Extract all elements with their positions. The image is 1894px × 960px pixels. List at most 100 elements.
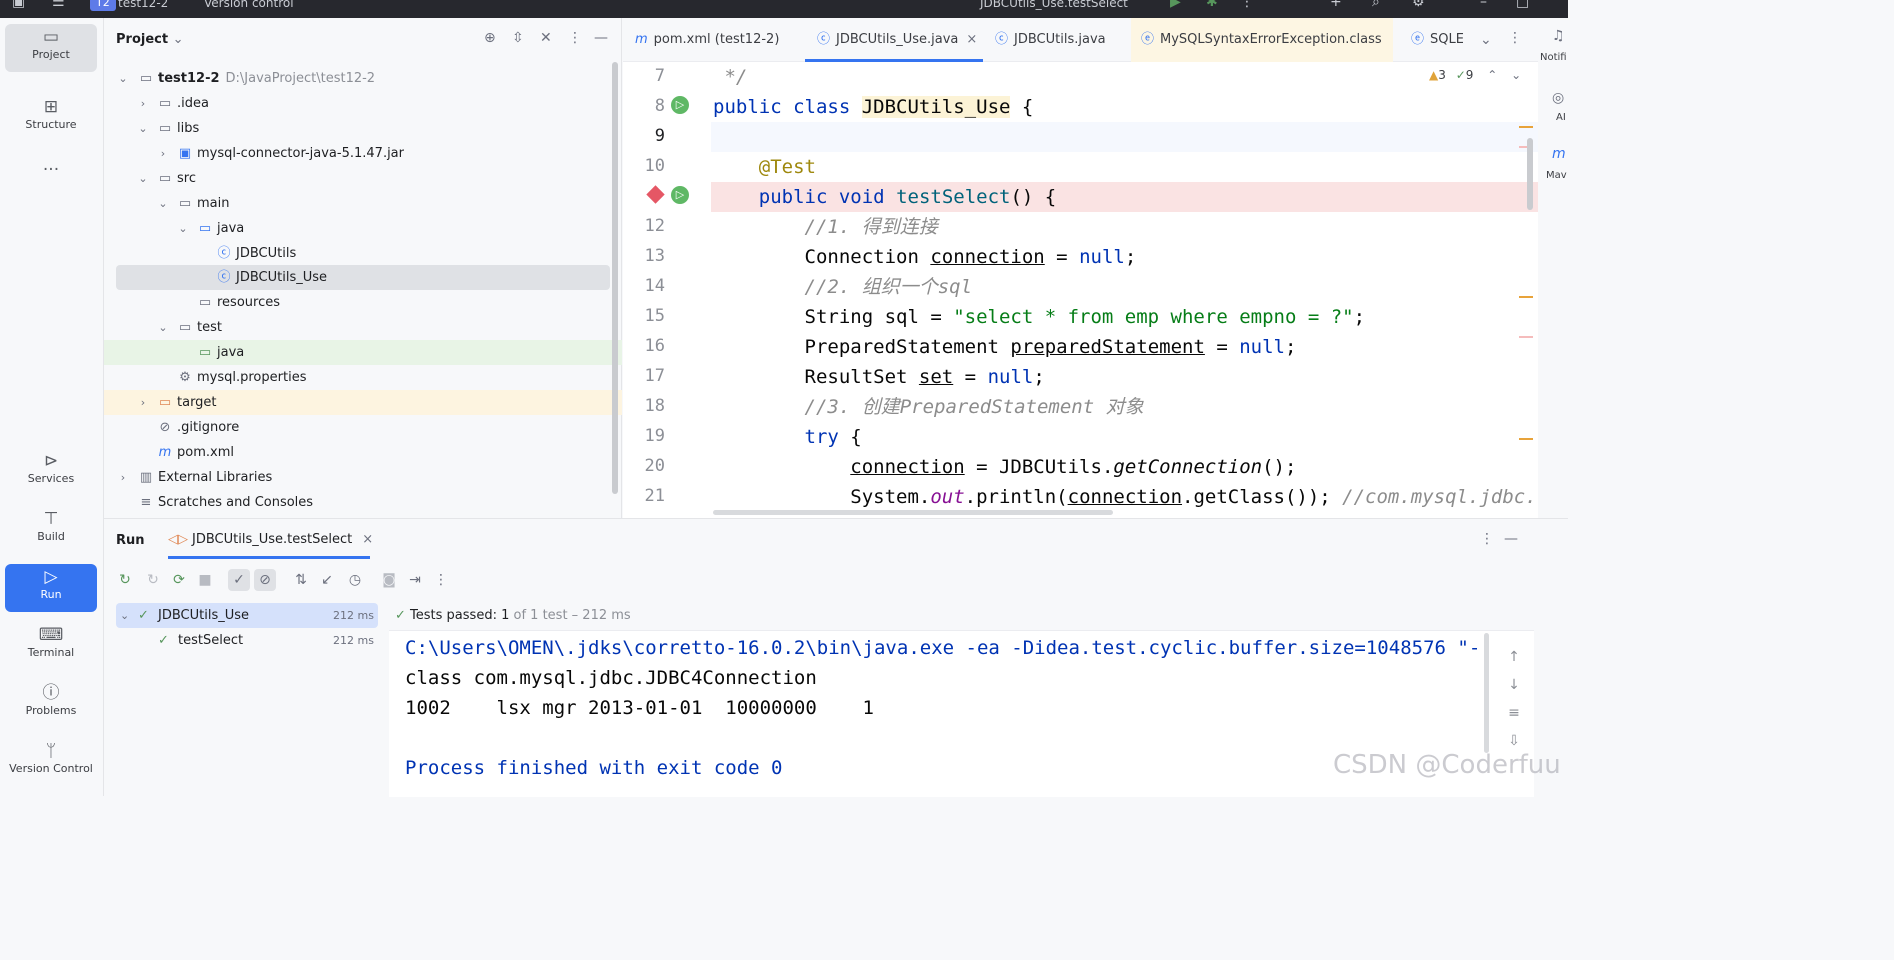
sort-icon[interactable]: ⇅: [290, 569, 312, 591]
locate-icon[interactable]: ⊕: [484, 30, 496, 46]
gear-icon[interactable]: ⚙: [1412, 0, 1425, 10]
collapse-all-icon[interactable]: ✕: [540, 30, 552, 46]
tree-item-test-java[interactable]: ▭ java: [104, 340, 622, 365]
maven-icon[interactable]: m: [1552, 146, 1566, 162]
tree-item-jdbcutils[interactable]: ⓒ JDBCUtils: [104, 241, 622, 266]
editor-horizontal-scrollbar[interactable]: [713, 510, 1113, 515]
tree-item-idea[interactable]: › ▭ .idea: [104, 91, 622, 116]
debug-icon[interactable]: ✱: [1206, 0, 1218, 10]
tree-item-mysql-properties[interactable]: ⚙ mysql.properties: [104, 365, 622, 390]
tab-run-config[interactable]: ◁▷ JDBCUtils_Use.testSelect ×: [168, 519, 373, 559]
minimize-icon[interactable]: –: [1480, 0, 1487, 10]
hide-icon[interactable]: —: [594, 30, 608, 46]
tree-item-pom[interactable]: m pom.xml: [104, 440, 622, 465]
tree-item-libs[interactable]: ⌄ ▭ libs: [104, 116, 622, 141]
bell-icon[interactable]: ♫: [1552, 28, 1565, 44]
chevron-down-icon[interactable]: ⌄: [1480, 32, 1492, 48]
project-badge[interactable]: T2: [90, 0, 116, 11]
close-icon[interactable]: ×: [362, 532, 373, 547]
tree-item-jdbcutils-use[interactable]: ⓒ JDBCUtils_Use: [116, 265, 610, 290]
camera-icon[interactable]: ◙: [378, 569, 400, 591]
run-icon[interactable]: ▶: [1170, 0, 1181, 10]
sidebar-item-terminal[interactable]: ⌨ Terminal: [5, 622, 97, 670]
project-scrollbar[interactable]: [612, 62, 618, 494]
chevron-right-icon[interactable]: ›: [156, 141, 170, 166]
project-name[interactable]: test12-2: [118, 0, 168, 10]
chevron-down-icon[interactable]: ⌄: [136, 116, 150, 141]
show-ignored-icon[interactable]: ⊘: [254, 569, 276, 591]
breakpoint-icon[interactable]: [646, 185, 665, 204]
console-scrollbar[interactable]: [1484, 633, 1489, 753]
tab-sqle[interactable]: ⓔ SQLE: [1411, 18, 1463, 62]
tree-item-gitignore[interactable]: ⊘ .gitignore: [104, 415, 622, 440]
history-icon[interactable]: ◷: [344, 569, 366, 591]
chevron-down-icon[interactable]: ⌄: [116, 66, 130, 91]
test-suite-row[interactable]: ⌄ ✓ JDBCUtils_Use 212 ms: [116, 603, 378, 628]
ai-icon[interactable]: ◎: [1552, 90, 1564, 106]
rerun-failed-icon[interactable]: ↻: [142, 569, 164, 591]
warning-marker[interactable]: [1519, 438, 1533, 440]
chevron-down-icon[interactable]: ⌄: [1511, 68, 1521, 82]
run-test-method-icon[interactable]: ▷: [671, 186, 689, 204]
tab-pom[interactable]: m pom.xml (test12-2): [635, 18, 779, 62]
more-icon[interactable]: ⋮: [430, 569, 452, 591]
chevron-down-icon[interactable]: ⌄: [156, 315, 170, 340]
project-panel-title[interactable]: Project ⌄: [116, 32, 184, 47]
sidebar-item-version-control[interactable]: ᛘ Version Control: [5, 738, 97, 786]
soft-wrap-icon[interactable]: ≡: [1504, 699, 1524, 727]
error-marker[interactable]: [1519, 336, 1533, 338]
chevron-down-icon[interactable]: ⌄: [136, 166, 150, 191]
sidebar-item-structure[interactable]: ⊞ Structure: [5, 94, 97, 142]
export-icon[interactable]: ⇥: [404, 569, 426, 591]
chevron-down-icon[interactable]: ⌄: [156, 191, 170, 216]
tree-item-jar[interactable]: › ▣ mysql-connector-java-5.1.47.jar: [104, 141, 622, 166]
version-control-menu[interactable]: Version control: [204, 0, 294, 10]
close-icon[interactable]: ×: [966, 32, 977, 47]
warning-marker[interactable]: [1519, 296, 1533, 298]
chevron-right-icon[interactable]: ›: [116, 465, 130, 490]
sidebar-item-services[interactable]: ⊳ Services: [5, 448, 97, 496]
tree-item-project-root[interactable]: ⌄ ▭ test12-2 D:\JavaProject\test12-2: [104, 66, 622, 91]
arrow-up-icon[interactable]: ↑: [1504, 643, 1524, 671]
add-user-icon[interactable]: +: [1330, 0, 1342, 10]
tree-item-main-java[interactable]: ⌄ ▭ java: [104, 216, 622, 241]
tree-item-target[interactable]: › ▭ target: [104, 390, 622, 415]
sidebar-item-problems[interactable]: ⓘ Problems: [5, 680, 97, 728]
editor-scrollbar[interactable]: [1527, 138, 1533, 210]
chevron-up-icon[interactable]: ⌃: [1487, 68, 1497, 82]
sidebar-item-more[interactable]: ...: [5, 152, 97, 178]
tree-item-external-libraries[interactable]: › ▥ External Libraries: [104, 465, 622, 490]
main-menu-icon[interactable]: ☰: [52, 0, 65, 10]
hide-icon[interactable]: —: [1504, 531, 1518, 547]
chevron-down-icon[interactable]: ⌄: [176, 216, 190, 241]
tab-options-icon[interactable]: ⋮: [1508, 30, 1522, 46]
maximize-icon[interactable]: □: [1516, 0, 1529, 10]
sidebar-item-project[interactable]: ▭ Project: [5, 24, 97, 72]
sidebar-item-run[interactable]: ▷ Run: [5, 564, 97, 612]
more-icon[interactable]: ⋮: [1240, 0, 1254, 10]
expand-all-icon[interactable]: ⇳: [512, 30, 524, 46]
run-test-class-icon[interactable]: ▷: [671, 96, 689, 114]
tree-item-scratches[interactable]: ≡ Scratches and Consoles: [104, 490, 622, 515]
show-passed-icon[interactable]: ✓: [228, 569, 250, 591]
app-icon[interactable]: ▣: [12, 0, 25, 10]
tab-jdbcutils[interactable]: ⓒ JDBCUtils.java: [995, 18, 1106, 62]
sidebar-item-build[interactable]: ⊤ Build: [5, 506, 97, 554]
tree-item-test[interactable]: ⌄ ▭ test: [104, 315, 622, 340]
toggle-auto-test-icon[interactable]: ⟳: [168, 569, 190, 591]
inspection-widget[interactable]: ▲3 ✓9 ⌃ ⌄: [1429, 68, 1521, 82]
chevron-right-icon[interactable]: ›: [136, 390, 150, 415]
run-config-selector[interactable]: JDBCUtils_Use.testSelect: [980, 0, 1128, 10]
test-method-row[interactable]: ✓ testSelect 212 ms: [116, 628, 378, 653]
chevron-right-icon[interactable]: ›: [136, 91, 150, 116]
rerun-icon[interactable]: ↻: [114, 569, 136, 591]
tab-jdbcutils-use[interactable]: ⓒ JDBCUtils_Use.java ×: [805, 18, 983, 62]
arrow-down-icon[interactable]: ↓: [1504, 671, 1524, 699]
tree-item-main[interactable]: ⌄ ▭ main: [104, 191, 622, 216]
options-icon[interactable]: ⋮: [1480, 531, 1494, 547]
tree-item-resources[interactable]: ▭ resources: [104, 290, 622, 315]
options-icon[interactable]: ⋮: [568, 30, 582, 46]
tree-item-src[interactable]: ⌄ ▭ src: [104, 166, 622, 191]
stop-icon[interactable]: ■: [194, 569, 216, 591]
warning-marker[interactable]: [1519, 126, 1533, 128]
